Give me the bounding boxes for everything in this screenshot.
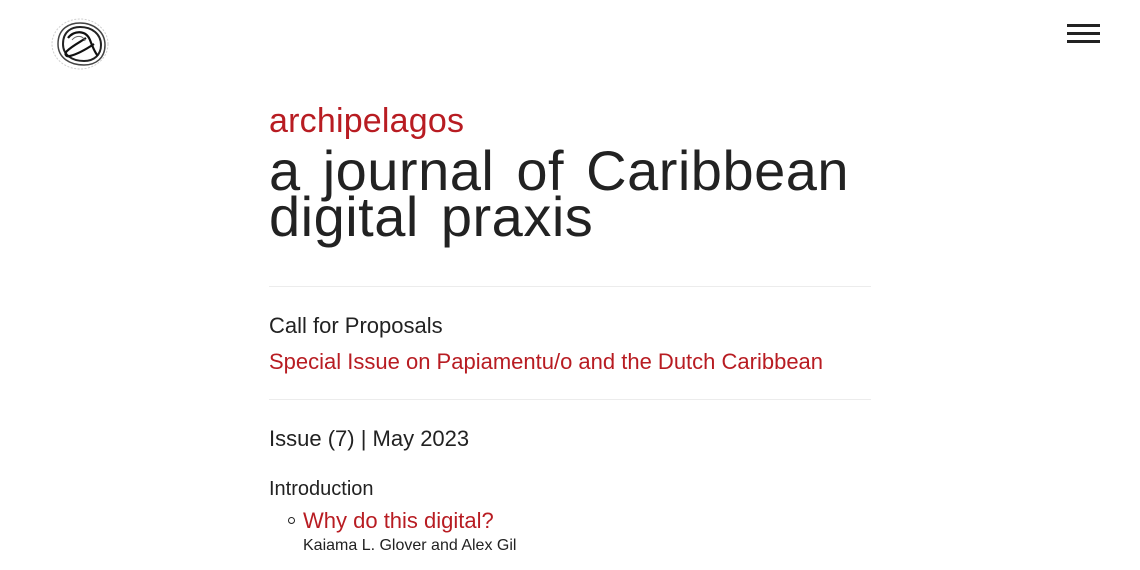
article-title-link[interactable]: Why do this digital? bbox=[303, 508, 871, 534]
site-tagline: a journal of Caribbean digital praxis bbox=[269, 139, 850, 248]
list-item: Why do this digital? Kaiama L. Glover an… bbox=[288, 508, 871, 556]
issue-heading: Issue (7) | May 2023 bbox=[269, 426, 470, 451]
main-content: archipelagos a journal of Caribbean digi… bbox=[269, 100, 871, 556]
circle-bullet-icon bbox=[288, 517, 295, 524]
cfp-heading: Call for Proposals bbox=[269, 313, 443, 338]
archipelagos-logo-icon[interactable] bbox=[50, 18, 110, 70]
site-name: archipelagos bbox=[269, 102, 465, 140]
article-authors: Kaiama L. Glover and Alex Gil bbox=[303, 537, 517, 554]
divider bbox=[269, 399, 871, 400]
section-heading-introduction: Introduction bbox=[269, 478, 374, 500]
hamburger-bar bbox=[1067, 40, 1100, 43]
cfp-special-issue-link[interactable]: Special Issue on Papiamentu/o and the Du… bbox=[269, 349, 871, 375]
hamburger-bar bbox=[1067, 32, 1100, 35]
hamburger-bar bbox=[1067, 24, 1100, 27]
divider bbox=[269, 286, 871, 287]
article-list: Why do this digital? Kaiama L. Glover an… bbox=[269, 508, 871, 556]
hamburger-menu-icon[interactable] bbox=[1067, 24, 1100, 44]
